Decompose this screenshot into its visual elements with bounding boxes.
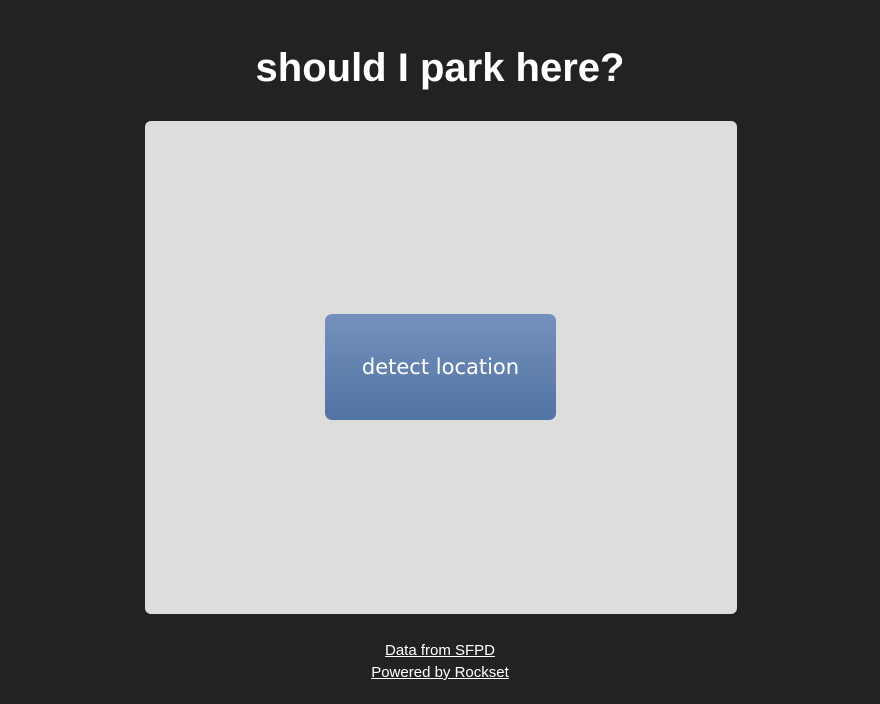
map-panel: detect location (145, 121, 737, 614)
powered-by-rockset-link[interactable]: Powered by Rockset (0, 662, 880, 684)
detect-location-button[interactable]: detect location (325, 314, 556, 420)
footer: Data from SFPD Powered by Rockset (0, 640, 880, 684)
page-title: should I park here? (255, 46, 625, 90)
data-from-sfpd-link[interactable]: Data from SFPD (0, 640, 880, 662)
